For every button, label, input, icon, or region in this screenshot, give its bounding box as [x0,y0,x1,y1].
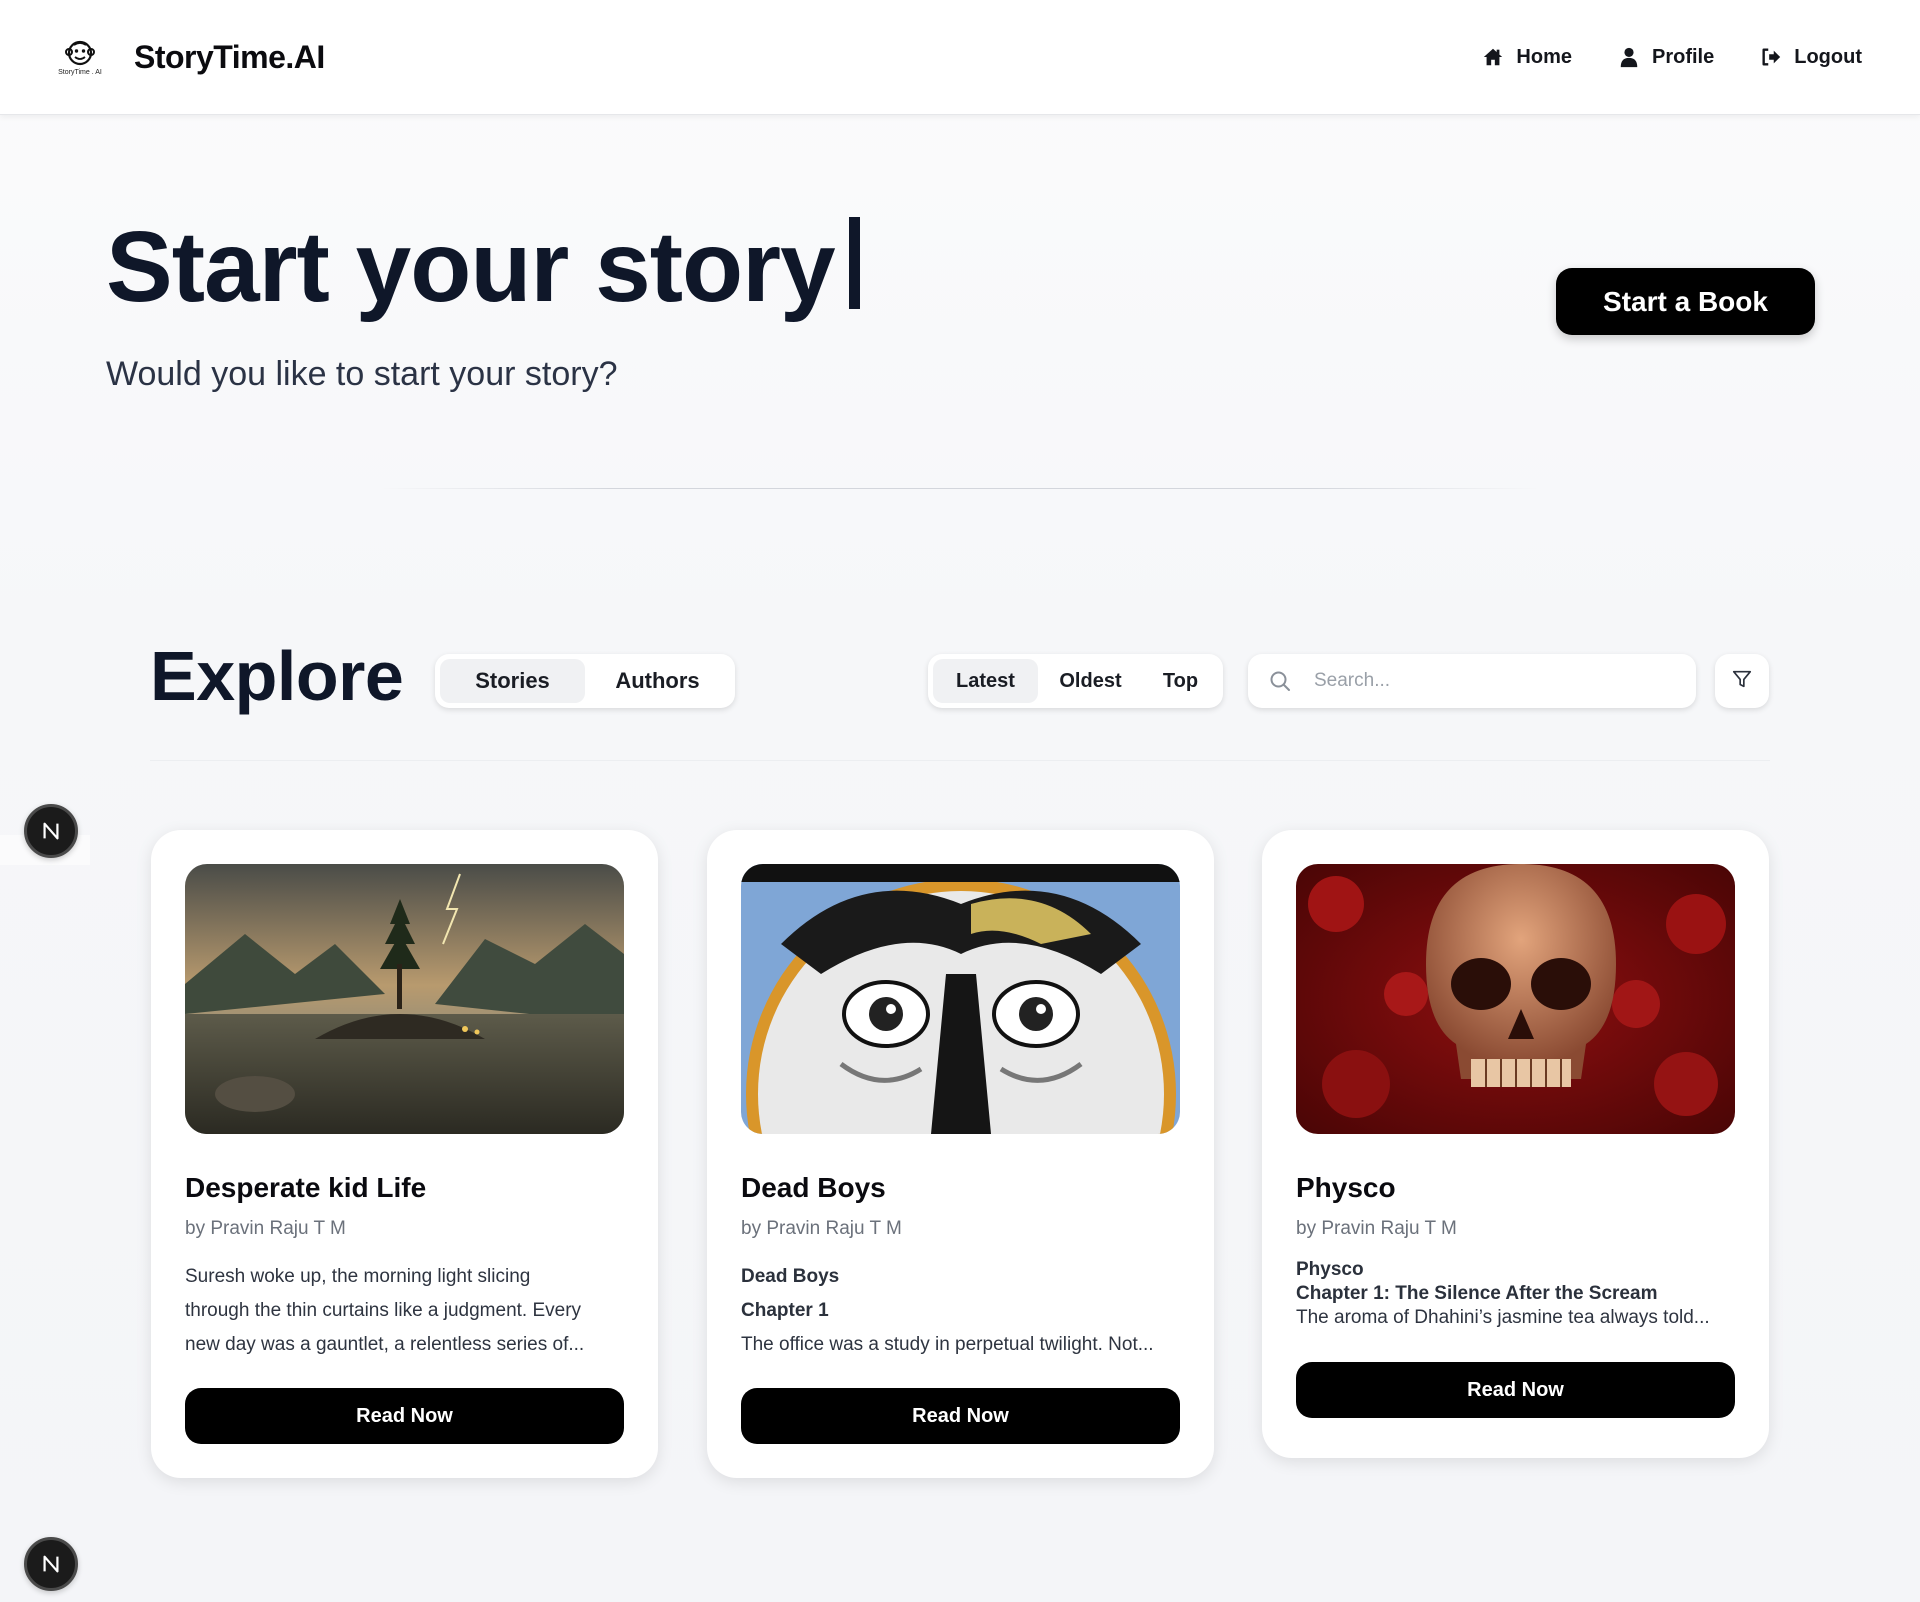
section-divider [380,488,1540,489]
read-now-button[interactable]: Read Now [1296,1362,1735,1418]
brand-name[interactable]: StoryTime.AI [134,39,325,76]
story-cover-image[interactable] [1296,864,1735,1134]
excerpt-line: Physco [1296,1259,1364,1280]
story-excerpt: Physco Chapter 1: The Silence After the … [1296,1258,1735,1334]
story-title[interactable]: Physco [1296,1172,1735,1204]
tab-stories[interactable]: Stories [440,659,585,703]
nav-home-link[interactable]: Home [1482,46,1572,69]
hero-subtitle: Would you like to start your story? [106,355,618,393]
story-excerpt: Dead Boys Chapter 1 The office was a stu… [741,1260,1180,1362]
read-now-button[interactable]: Read Now [741,1388,1180,1444]
story-card: Desperate kid Life by Pravin Raju T M Su… [151,830,658,1478]
n-logo-icon [43,1555,59,1573]
sort-tabs: Latest Oldest Top [928,654,1223,708]
nav-home-label: Home [1516,45,1572,68]
story-title[interactable]: Dead Boys [741,1172,1180,1204]
brand[interactable]: StoryTime . AI StoryTime.AI [50,35,325,79]
user-icon [1618,46,1640,68]
nav-profile-link[interactable]: Profile [1618,46,1714,69]
excerpt-line: through the thin curtains like a judgmen… [185,1300,582,1321]
excerpt-line: The office was a study in perpetual twil… [741,1334,1154,1355]
dev-tools-badge-bottom[interactable] [24,1537,78,1591]
home-icon [1482,46,1504,68]
excerpt-line: Chapter 1: The Silence After the Scream [1296,1283,1658,1304]
search-icon [1268,669,1292,693]
nav-logout-label: Logout [1794,45,1862,68]
logout-icon [1760,46,1782,68]
n-logo-icon [43,822,59,840]
story-card: Dead Boys by Pravin Raju T M Dead Boys C… [707,830,1214,1478]
excerpt-line: Suresh woke up, the morning light slicin… [185,1266,531,1287]
hero-title-text: Start your story [106,211,836,323]
nav-profile-label: Profile [1652,45,1715,68]
excerpt-line: Chapter 1 [741,1300,829,1321]
nav-links: Home Profile Logout [1436,46,1862,69]
explore-title: Explore [150,637,404,715]
search-box [1248,654,1696,708]
nav-logout-link[interactable]: Logout [1760,46,1862,69]
story-cover-image[interactable] [185,864,624,1134]
read-now-button[interactable]: Read Now [185,1388,624,1444]
monkey-logo-icon [65,40,95,65]
dev-tools-badge[interactable] [24,804,78,858]
hero-title: Start your story [106,212,860,322]
explore-divider [150,760,1770,761]
brand-logo[interactable]: StoryTime . AI [50,35,110,79]
navbar: StoryTime . AI StoryTime.AI Home Profile… [0,0,1920,115]
story-author: by Pravin Raju T M [1296,1218,1457,1239]
sort-latest[interactable]: Latest [933,659,1038,703]
search-input[interactable] [1314,670,1674,692]
filter-icon [1731,668,1753,695]
story-excerpt: Suresh woke up, the morning light slicin… [185,1260,624,1362]
logo-caption: StoryTime . AI [58,68,102,76]
story-cover-image[interactable] [741,864,1180,1134]
explore-tabs: Stories Authors [435,654,735,708]
excerpt-line: new day was a gauntlet, a relentless ser… [185,1334,585,1355]
filter-button[interactable] [1715,654,1769,708]
story-author: by Pravin Raju T M [741,1218,902,1239]
story-card: Physco by Pravin Raju T M Physco Chapter… [1262,830,1769,1458]
typing-caret [848,217,860,309]
excerpt-line: Dead Boys [741,1266,840,1287]
story-author: by Pravin Raju T M [185,1218,346,1239]
tab-authors[interactable]: Authors [585,659,730,703]
start-book-button[interactable]: Start a Book [1556,268,1815,335]
sort-oldest[interactable]: Oldest [1038,659,1143,703]
excerpt-line: The aroma of Dhahini’s jasmine tea alway… [1296,1307,1710,1328]
sort-top[interactable]: Top [1143,659,1218,703]
story-title[interactable]: Desperate kid Life [185,1172,624,1204]
